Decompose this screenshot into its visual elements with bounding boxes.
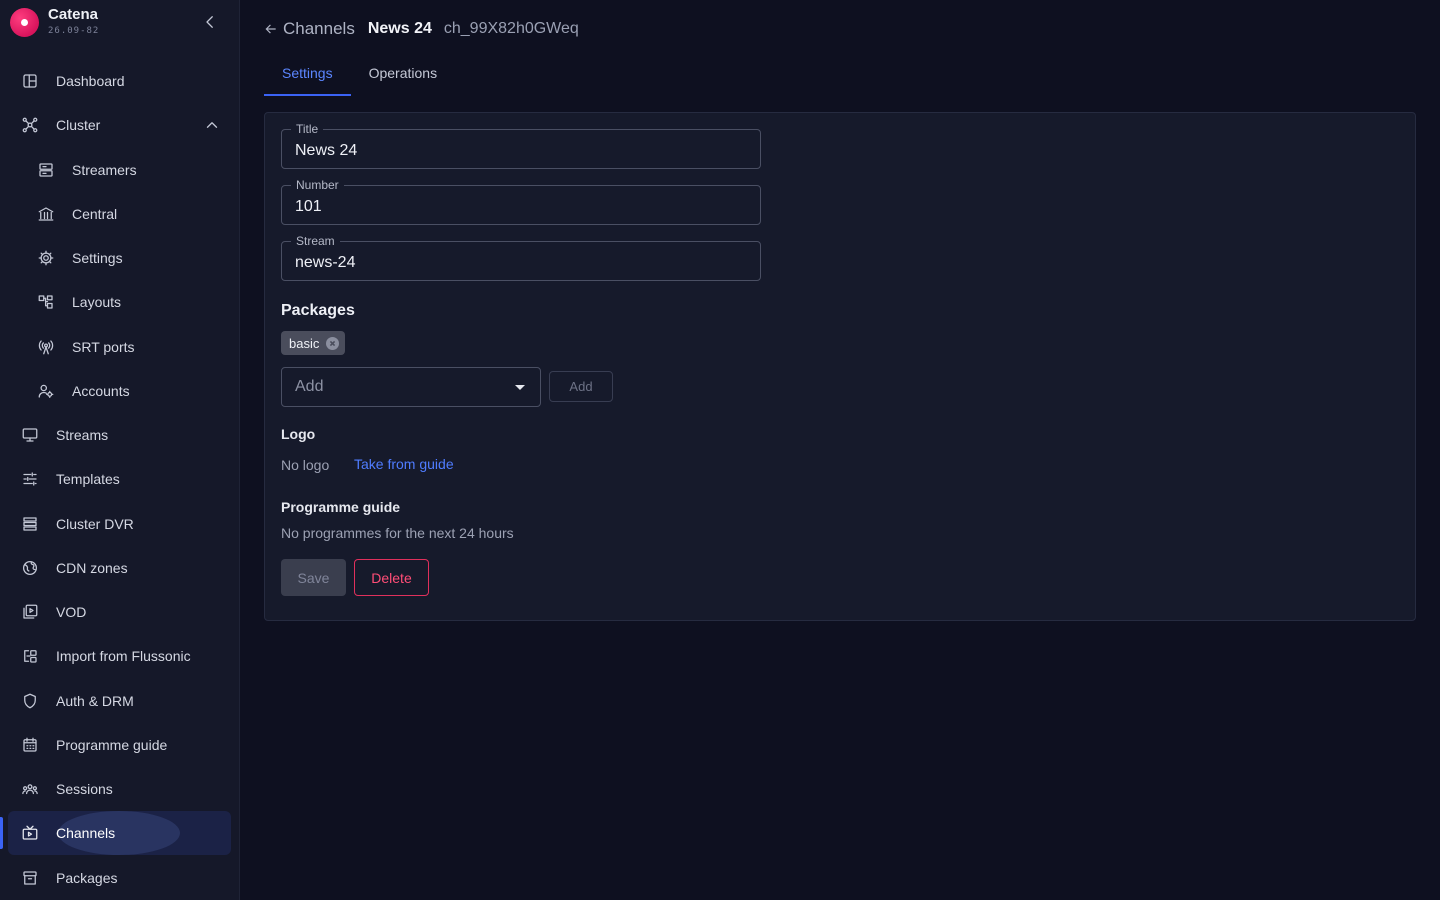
stream-input[interactable] bbox=[282, 242, 760, 280]
users-icon bbox=[20, 779, 40, 799]
collapse-sidebar-button[interactable] bbox=[198, 10, 222, 34]
sidebar-item-cluster[interactable]: Cluster bbox=[8, 103, 231, 147]
globe-icon bbox=[20, 558, 40, 578]
sidebar-item-srt-ports[interactable]: SRT ports bbox=[8, 325, 231, 369]
streamers-icon bbox=[36, 160, 56, 180]
logo-heading: Logo bbox=[281, 426, 316, 442]
save-button[interactable]: Save bbox=[281, 559, 346, 596]
brand-logo bbox=[10, 8, 39, 37]
sidebar-item-label: Central bbox=[72, 206, 118, 222]
breadcrumb-channels: Channels bbox=[283, 19, 355, 38]
active-indicator bbox=[0, 817, 3, 849]
central-icon bbox=[36, 204, 56, 224]
channel-id: ch_99X82h0GWeq bbox=[443, 20, 579, 37]
sidebar-item-streams[interactable]: Streams bbox=[8, 413, 231, 457]
brand-name: Catena bbox=[48, 6, 99, 23]
sidebar-item-import-from-flussonic[interactable]: Import from Flussonic bbox=[8, 634, 231, 678]
sidebar-item-dashboard[interactable]: Dashboard bbox=[8, 59, 231, 103]
package-select-placeholder: Add bbox=[295, 378, 324, 395]
page-title: News 24 bbox=[367, 20, 432, 37]
brand[interactable]: Catena 26.09-82 bbox=[10, 6, 230, 38]
tv-icon bbox=[20, 823, 40, 843]
accounts-icon bbox=[36, 381, 56, 401]
dvr-icon bbox=[20, 514, 40, 534]
sidebar-item-label: Streamers bbox=[72, 162, 137, 178]
sidebar-item-streamers[interactable]: Streamers bbox=[8, 148, 231, 192]
vod-icon bbox=[20, 602, 40, 622]
tab-operations[interactable]: Operations bbox=[351, 50, 455, 96]
sidebar-item-label: Import from Flussonic bbox=[56, 648, 191, 664]
channel-settings-card: Title Number Stream Packages basic Add A… bbox=[264, 112, 1416, 621]
dashboard-icon bbox=[20, 71, 40, 91]
import-icon bbox=[20, 646, 40, 666]
sidebar-item-label: SRT ports bbox=[72, 339, 135, 355]
breadcrumb-back-link[interactable]: Channels bbox=[264, 19, 355, 39]
arrow-left-icon bbox=[265, 24, 276, 34]
number-input[interactable] bbox=[282, 186, 760, 224]
sidebar-item-vod[interactable]: VOD bbox=[8, 590, 231, 634]
sidebar-item-label: Packages bbox=[56, 870, 118, 886]
remove-chip-icon[interactable] bbox=[326, 336, 340, 350]
sidebar-item-label: Auth & DRM bbox=[56, 693, 134, 709]
sidebar-item-templates[interactable]: Templates bbox=[8, 457, 231, 501]
title-field: Title bbox=[281, 122, 761, 169]
package-select[interactable]: Add bbox=[281, 367, 541, 407]
sidebar-item-label: Channels bbox=[56, 825, 116, 841]
sidebar-item-packages[interactable]: Packages bbox=[8, 856, 231, 900]
sidebar-item-channels[interactable]: Channels bbox=[8, 811, 231, 855]
caret-down-icon bbox=[515, 385, 525, 390]
sidebar-item-label: Settings bbox=[72, 250, 123, 266]
package-chip-basic: basic bbox=[281, 331, 346, 355]
programme-guide-heading: Programme guide bbox=[281, 499, 401, 515]
programme-guide-value: No programmes for the next 24 hours bbox=[281, 525, 514, 541]
chevron-left-icon bbox=[206, 16, 213, 28]
sidebar-item-cdn-zones[interactable]: CDN zones bbox=[8, 546, 231, 590]
antenna-icon bbox=[36, 337, 56, 357]
number-field: Number bbox=[281, 178, 761, 225]
sidebar-item-label: Streams bbox=[56, 427, 109, 443]
title-input[interactable] bbox=[282, 130, 760, 168]
take-from-guide-link[interactable]: Take from guide bbox=[354, 456, 454, 472]
sidebar-item-central[interactable]: Central bbox=[8, 192, 231, 236]
cluster-icon bbox=[20, 115, 40, 135]
shield-icon bbox=[20, 691, 40, 711]
tab-settings[interactable]: Settings bbox=[264, 50, 351, 96]
monitor-icon bbox=[20, 425, 40, 445]
sidebar: Catena 26.09-82 Dashboard Cluster Stream… bbox=[0, 0, 240, 900]
calendar-icon bbox=[20, 735, 40, 755]
sidebar-item-accounts[interactable]: Accounts bbox=[8, 369, 231, 413]
brand-version: 26.09-82 bbox=[48, 26, 100, 36]
sidebar-item-label: VOD bbox=[56, 604, 87, 620]
sliders-icon bbox=[20, 469, 40, 489]
delete-button[interactable]: Delete bbox=[354, 559, 429, 596]
add-package-button[interactable]: Add bbox=[549, 371, 613, 402]
sidebar-item-label: Layouts bbox=[72, 294, 122, 310]
sidebar-item-auth-drm[interactable]: Auth & DRM bbox=[8, 679, 231, 723]
sidebar-item-label: Sessions bbox=[56, 781, 113, 797]
sidebar-item-label: Cluster DVR bbox=[56, 516, 134, 532]
packages-heading: Packages bbox=[281, 302, 355, 319]
stream-field: Stream bbox=[281, 234, 761, 281]
sidebar-item-label: Programme guide bbox=[56, 737, 168, 753]
sidebar-item-label: CDN zones bbox=[56, 560, 128, 576]
package-chip-label: basic bbox=[289, 335, 320, 351]
layouts-icon bbox=[36, 292, 56, 312]
sidebar-item-label: Cluster bbox=[56, 117, 101, 133]
gear-icon bbox=[36, 248, 56, 268]
logo-value: No logo bbox=[281, 457, 330, 473]
package-icon bbox=[20, 868, 40, 888]
breadcrumb: Channels News 24 ch_99X82h0GWeq bbox=[264, 17, 579, 41]
tab-bar: Settings Operations bbox=[264, 50, 455, 96]
sidebar-item-label: Accounts bbox=[72, 383, 130, 399]
sidebar-item-label: Templates bbox=[56, 471, 120, 487]
sidebar-item-settings[interactable]: Settings bbox=[8, 236, 231, 280]
chevron-up-icon bbox=[202, 115, 222, 135]
sidebar-item-programme-guide[interactable]: Programme guide bbox=[8, 723, 231, 767]
sidebar-item-layouts[interactable]: Layouts bbox=[8, 280, 231, 324]
sidebar-item-sessions[interactable]: Sessions bbox=[8, 767, 231, 811]
sidebar-item-label: Dashboard bbox=[56, 73, 125, 89]
sidebar-item-cluster-dvr[interactable]: Cluster DVR bbox=[8, 502, 231, 546]
